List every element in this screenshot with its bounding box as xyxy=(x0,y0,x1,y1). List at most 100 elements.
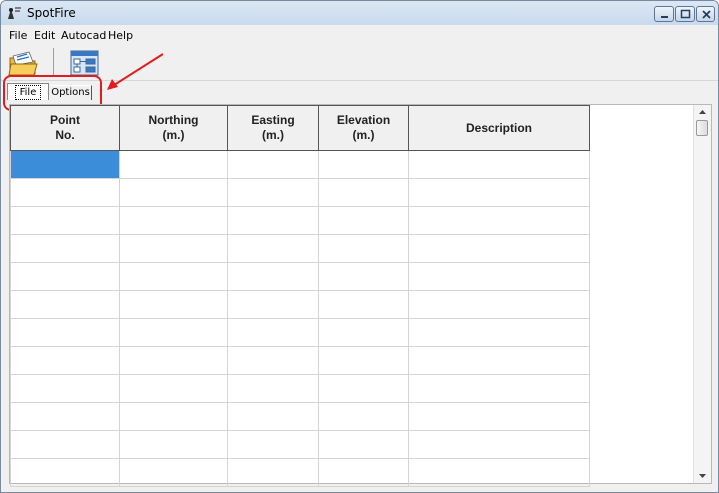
grid-cell[interactable] xyxy=(10,178,120,207)
grid-cell[interactable] xyxy=(10,430,120,459)
grid-cell[interactable] xyxy=(10,290,120,319)
table-row xyxy=(10,430,590,459)
grid-cell[interactable] xyxy=(318,430,409,459)
open-folder-icon[interactable] xyxy=(7,48,41,78)
grid-cell[interactable] xyxy=(408,458,590,487)
grid-cell[interactable] xyxy=(318,206,409,235)
menu-autocad[interactable]: Autocad xyxy=(61,29,106,42)
window-title: SpotFire xyxy=(27,6,76,20)
grid-cell[interactable] xyxy=(119,430,228,459)
grid-cell[interactable] xyxy=(408,206,590,235)
grid-cell[interactable] xyxy=(227,178,319,207)
grid-cell[interactable] xyxy=(318,290,409,319)
scroll-thumb[interactable] xyxy=(696,120,708,136)
table-row xyxy=(10,206,590,235)
grid-cell[interactable] xyxy=(318,150,409,179)
table-row xyxy=(10,178,590,207)
table-row xyxy=(10,374,590,403)
app-icon xyxy=(6,6,22,20)
maximize-button[interactable] xyxy=(675,6,695,22)
grid-cell[interactable] xyxy=(318,262,409,291)
column-header-elevation[interactable]: Elevation (m.) xyxy=(318,105,409,151)
table-row xyxy=(10,458,590,487)
menu-bar: File Edit Autocad Help xyxy=(1,26,718,44)
scroll-down-arrow-icon[interactable] xyxy=(697,470,708,481)
vertical-scrollbar[interactable] xyxy=(693,105,711,483)
grid-cell[interactable] xyxy=(119,402,228,431)
grid-body xyxy=(10,150,590,487)
annotation-arrow xyxy=(107,53,164,90)
grid-cell[interactable] xyxy=(318,374,409,403)
grid-cell[interactable] xyxy=(318,234,409,263)
toolbar-separator xyxy=(53,48,54,76)
grid-cell[interactable] xyxy=(119,290,228,319)
grid-cell[interactable] xyxy=(227,318,319,347)
grid-cell[interactable] xyxy=(119,346,228,375)
grid-cell[interactable] xyxy=(119,206,228,235)
grid-cell[interactable] xyxy=(227,346,319,375)
table-row xyxy=(10,402,590,431)
grid-cell[interactable] xyxy=(227,430,319,459)
point-table: Point No. Northing (m.) Easting (m.) Ele… xyxy=(10,105,590,487)
table-row xyxy=(10,150,590,179)
close-button[interactable] xyxy=(696,6,715,22)
table-row xyxy=(10,262,590,291)
grid-cell[interactable] xyxy=(227,206,319,235)
grid-cell[interactable] xyxy=(227,402,319,431)
table-row xyxy=(10,234,590,263)
grid-cell[interactable] xyxy=(119,374,228,403)
grid-cell[interactable] xyxy=(318,346,409,375)
minimize-button[interactable] xyxy=(654,6,674,22)
grid-cell[interactable] xyxy=(408,150,590,179)
grid-cell[interactable] xyxy=(408,346,590,375)
grid-cell[interactable] xyxy=(318,318,409,347)
grid-cell[interactable] xyxy=(10,318,120,347)
grid-cell[interactable] xyxy=(227,374,319,403)
grid-cell[interactable] xyxy=(318,402,409,431)
grid-cell[interactable] xyxy=(10,374,120,403)
column-header-point-no[interactable]: Point No. xyxy=(10,105,120,151)
layout-tree-icon[interactable] xyxy=(67,48,101,78)
grid-cell[interactable] xyxy=(10,262,120,291)
grid-cell[interactable] xyxy=(10,402,120,431)
grid-cell[interactable] xyxy=(318,458,409,487)
scroll-up-arrow-icon[interactable] xyxy=(697,107,708,118)
grid-cell[interactable] xyxy=(119,318,228,347)
menu-file[interactable]: File xyxy=(9,29,27,42)
column-header-description[interactable]: Description xyxy=(408,105,590,151)
grid-cell[interactable] xyxy=(10,206,120,235)
grid-cell[interactable] xyxy=(408,402,590,431)
column-header-northing[interactable]: Northing (m.) xyxy=(119,105,228,151)
grid-cell[interactable] xyxy=(227,262,319,291)
menu-edit[interactable]: Edit xyxy=(34,29,55,42)
table-row xyxy=(10,290,590,319)
grid-cell[interactable] xyxy=(119,458,228,487)
grid-cell[interactable] xyxy=(408,178,590,207)
grid-cell[interactable] xyxy=(408,262,590,291)
table-row xyxy=(10,318,590,347)
grid-cell[interactable] xyxy=(227,458,319,487)
column-header-easting[interactable]: Easting (m.) xyxy=(227,105,319,151)
grid-cell[interactable] xyxy=(408,374,590,403)
grid-cell[interactable] xyxy=(227,150,319,179)
grid-cell[interactable] xyxy=(408,318,590,347)
grid-cell[interactable] xyxy=(119,150,228,179)
grid-cell[interactable] xyxy=(227,290,319,319)
data-grid[interactable]: Point No. Northing (m.) Easting (m.) Ele… xyxy=(9,104,712,487)
table-row xyxy=(10,346,590,375)
grid-cell[interactable] xyxy=(119,262,228,291)
grid-cell[interactable] xyxy=(119,178,228,207)
menu-help[interactable]: Help xyxy=(108,29,133,42)
grid-cell[interactable] xyxy=(10,458,120,487)
grid-cell[interactable] xyxy=(227,234,319,263)
grid-cell[interactable] xyxy=(408,430,590,459)
grid-cell[interactable] xyxy=(10,150,120,179)
main-window: SpotFire File Edit Autocad Help File Opt… xyxy=(0,0,719,493)
grid-cell[interactable] xyxy=(119,234,228,263)
grid-cell[interactable] xyxy=(318,178,409,207)
grid-cell[interactable] xyxy=(408,234,590,263)
grid-cell[interactable] xyxy=(10,346,120,375)
grid-cell[interactable] xyxy=(408,290,590,319)
grid-cell[interactable] xyxy=(10,234,120,263)
title-bar[interactable]: SpotFire xyxy=(1,1,718,25)
